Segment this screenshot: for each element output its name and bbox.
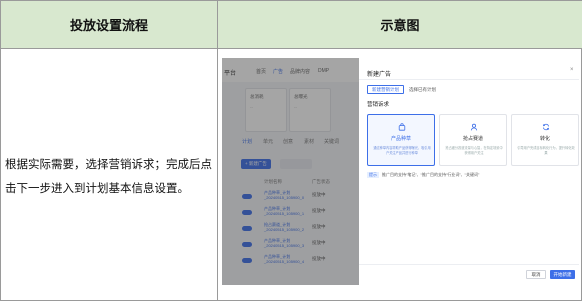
goal-name: 产品种草 — [390, 136, 411, 142]
header-process-label: 投放设置流程 — [69, 18, 148, 33]
close-icon[interactable]: × — [570, 67, 574, 73]
goal-description: 通过种草内容帮助产品获得曝光，吸引用户关注产品并进行种草 — [373, 146, 431, 155]
hint-note: 提示 推广目的支持“笔记”、“推广目的支持“行业词”、“关键词” — [367, 172, 479, 178]
divider — [359, 264, 579, 265]
refresh-icon — [542, 123, 550, 131]
process-cell: 根据实际需要，选择营销诉求；完成后点击下一步进入到计划基本信息设置。 — [1, 49, 218, 301]
bag-icon — [398, 123, 406, 131]
drawer-title: 新建广告 — [367, 72, 392, 78]
header-cell-diagram: 示意图 — [218, 1, 582, 49]
plan-mode-switch: 新建营销计划 选择已有计划 — [367, 85, 441, 94]
tab-existing-plan[interactable]: 选择已有计划 — [404, 85, 441, 94]
header-diagram-label: 示意图 — [380, 18, 420, 33]
divider — [359, 79, 579, 80]
hint-tag: 提示 — [367, 172, 379, 178]
section-title: 营销诉求 — [367, 102, 390, 108]
goal-card-conversion[interactable]: 转化 引导用户完成目标转化行为，提升转化效果 — [511, 114, 579, 166]
header-cell-process: 投放设置流程 — [1, 1, 218, 49]
screenshot-illustration: 平台 首页 广告 品牌内容 DMP 总消耗 -- 总曝光 -- 计划 单元 创意… — [222, 58, 579, 285]
goal-description: 引导用户完成目标转化行为，提升转化效果 — [517, 146, 575, 155]
start-create-button[interactable]: 开始新建 — [550, 270, 575, 279]
goal-description: 抢占细分赛道流量与心智，在特定场景中获得用户关注 — [445, 146, 503, 155]
goal-card-product-seeding[interactable]: 产品种草 通过种草内容帮助产品获得曝光，吸引用户关注产品并进行种草 — [367, 114, 435, 166]
new-ad-drawer: 新建广告 × 新建营销计划 选择已有计划 营销诉求 产品种草 通过种草内容帮助产… — [359, 58, 579, 285]
goal-name: 抢占赛道 — [462, 136, 483, 142]
goal-name: 转化 — [539, 136, 550, 142]
user-icon — [470, 123, 478, 131]
process-description: 根据实际需要，选择营销诉求；完成后点击下一步进入到计划基本信息设置。 — [5, 159, 212, 195]
cancel-button[interactable]: 取消 — [526, 270, 546, 279]
goal-card-track[interactable]: 抢占赛道 抢占细分赛道流量与心智，在特定场景中获得用户关注 — [439, 114, 507, 166]
hint-text: 推广目的支持“笔记”、“推广目的支持“行业词”、“关键词” — [382, 172, 480, 177]
tab-new-plan[interactable]: 新建营销计划 — [367, 85, 404, 94]
